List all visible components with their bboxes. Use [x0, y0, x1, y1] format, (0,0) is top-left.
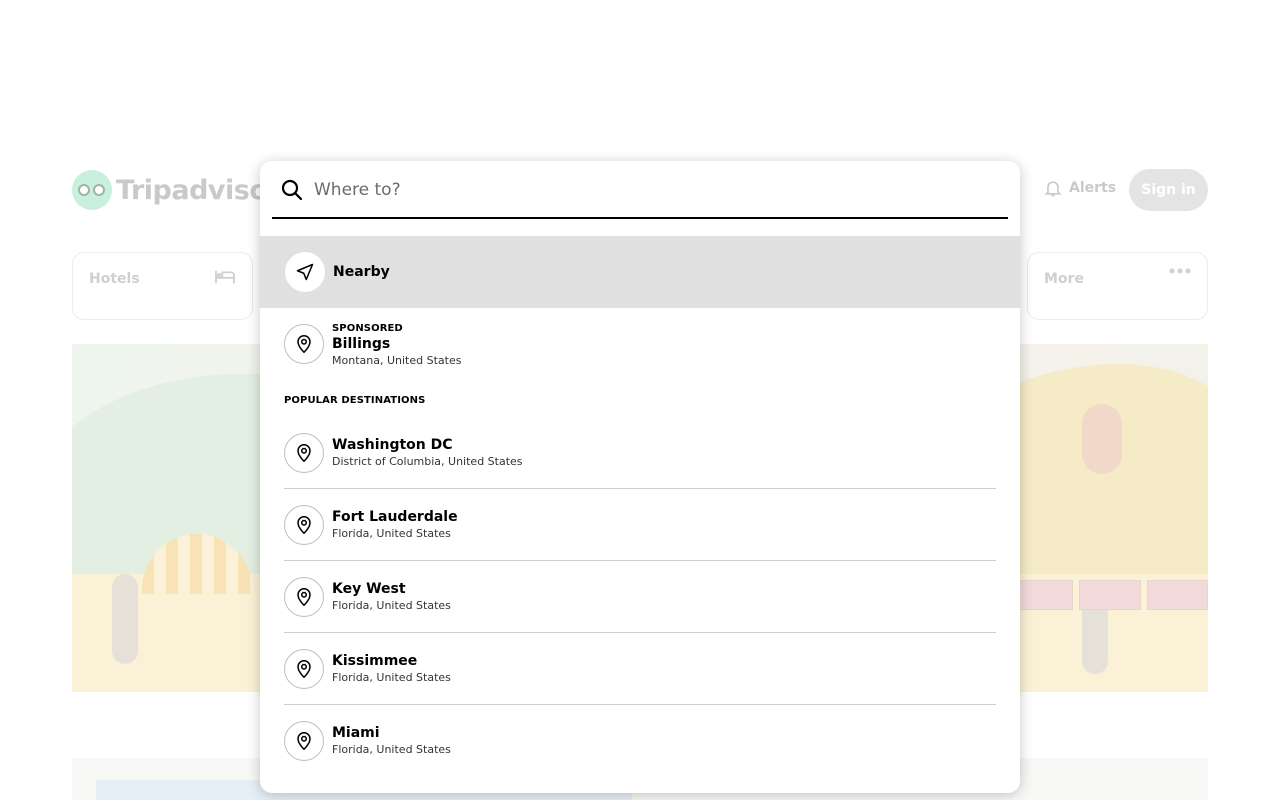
destination-name: Fort Lauderdale: [332, 508, 458, 525]
sponsored-name: Billings: [332, 336, 391, 352]
category-more[interactable]: More: [1027, 252, 1208, 320]
logo-text: Tripadvisor: [116, 174, 281, 206]
destination-name: Washington DC: [332, 436, 453, 453]
sign-in-button[interactable]: Sign in: [1129, 169, 1208, 211]
pin-icon-wrap: [284, 324, 324, 364]
destination-item[interactable]: Fort Lauderdale Florida, United States: [284, 489, 996, 561]
search-dropdown: Nearby SPONSORED Billings Montana, Unite…: [260, 161, 1020, 793]
destination-name: Key West: [332, 580, 406, 597]
map-pin-icon: [297, 732, 311, 751]
nearby-icon-wrap: [285, 252, 325, 292]
search-bar: [272, 169, 1008, 219]
popular-destinations-title: POPULAR DESTINATIONS: [284, 395, 426, 406]
bell-icon: [1044, 181, 1062, 197]
destination-item[interactable]: Kissimmee Florida, United States: [284, 633, 996, 705]
search-icon: [281, 179, 303, 201]
destination-location: Florida, United States: [332, 743, 451, 756]
destination-name: Kissimmee: [332, 652, 418, 669]
sponsored-location: Montana, United States: [332, 354, 462, 367]
destination-location: Florida, United States: [332, 598, 451, 612]
navigation-arrow-icon: [296, 263, 314, 281]
map-pin-icon: [297, 515, 311, 534]
destination-location: Florida, United States: [332, 670, 451, 684]
map-pin-icon: [297, 443, 311, 462]
category-hotels-label: Hotels: [89, 271, 140, 287]
map-pin-icon: [297, 335, 311, 354]
map-pin-icon: [297, 659, 311, 678]
search-input[interactable]: [314, 173, 994, 207]
owl-logo-icon: [72, 170, 112, 210]
destination-item[interactable]: Washington DC District of Columbia, Unit…: [284, 417, 996, 489]
nearby-label: Nearby: [333, 264, 390, 280]
category-hotels[interactable]: Hotels: [72, 252, 253, 320]
alerts-label: Alerts: [1069, 180, 1117, 196]
pin-icon-wrap: [284, 432, 324, 473]
pin-icon-wrap: [284, 576, 324, 617]
destination-location: Florida, United States: [332, 526, 451, 540]
category-more-label: More: [1044, 271, 1084, 287]
destination-item[interactable]: Key West Florida, United States: [284, 561, 996, 633]
sponsored-tag: SPONSORED: [332, 323, 403, 334]
destination-location: District of Columbia, United States: [332, 454, 523, 468]
destination-name: Miami: [332, 725, 380, 741]
pin-icon-wrap: [284, 721, 324, 761]
bed-icon: [215, 270, 235, 284]
pin-icon-wrap: [284, 504, 324, 545]
map-pin-icon: [297, 587, 311, 606]
alerts-button[interactable]: Alerts: [1043, 178, 1116, 198]
ellipsis-icon: [1169, 268, 1191, 274]
sponsored-result[interactable]: SPONSORED Billings Montana, United State…: [284, 323, 461, 369]
pin-icon-wrap: [284, 648, 324, 689]
tripadvisor-logo[interactable]: Tripadvisor: [72, 170, 281, 210]
nearby-option[interactable]: Nearby: [260, 236, 1020, 308]
destination-item[interactable]: Miami Florida, United States: [284, 705, 996, 777]
